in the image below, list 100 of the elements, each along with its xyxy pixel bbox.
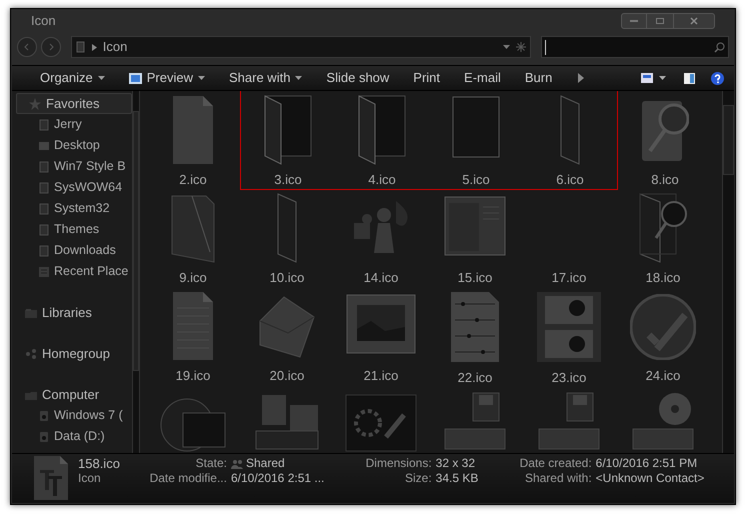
sidebar-group[interactable]: Libraries [12,302,132,323]
picture-frame-icon [346,294,416,354]
preview-pane-icon[interactable] [684,72,695,84]
chess-pieces-icon [353,200,409,254]
magnifier-folder-icon [641,100,689,162]
file-item[interactable]: 21.ico [334,287,428,385]
sidebar-item[interactable]: Data (D:) [12,426,132,447]
file-item[interactable]: 22.ico [428,287,522,385]
picture-icon [128,72,142,84]
field-value: Shared [246,456,285,471]
file-item[interactable]: 3.ico [241,91,335,189]
page-icon [172,95,214,165]
sheet-music-icon [450,291,500,363]
close-button[interactable] [673,13,715,29]
toolbar-button[interactable]: Burn [512,67,564,89]
desktop-icon [38,140,50,152]
help-icon[interactable] [711,72,724,84]
file-item[interactable]: 18.ico [616,189,710,287]
file-item[interactable]: 9.ico [146,189,240,287]
view-options-icon[interactable] [641,73,653,83]
sidebar-item[interactable]: Recent Place [12,261,132,282]
minimize-button[interactable] [621,13,647,29]
sidebar-item[interactable]: Themes [12,219,132,240]
address-bar[interactable]: Icon [70,36,532,58]
file-item[interactable]: 5.ico [429,91,523,189]
sidebar-group[interactable]: Favorites [16,93,132,114]
toolbar-button[interactable]: Slide show [314,67,402,89]
maximize-button[interactable] [647,13,673,29]
drive-icon [38,430,50,442]
sidebar-item[interactable]: SysWOW64 [12,177,132,198]
file-item[interactable]: 8.ico [618,91,712,189]
file-item[interactable]: 24.ico [616,287,710,385]
file-item[interactable]: 2.ico [146,91,240,189]
homegroup-icon [25,348,37,360]
panel-icon [452,96,500,158]
file-item[interactable]: 20.ico [240,287,334,385]
search-field[interactable] [541,36,729,58]
folder-icon [38,160,50,172]
file-item[interactable]: 15.ico [428,189,522,287]
dropdown-caret-icon[interactable] [659,76,666,80]
field-label: Dimensions: [364,456,432,471]
sidebar-item[interactable]: Downloads [12,240,132,261]
sidebar-item[interactable]: Win7 Style B [12,156,132,177]
search-icon[interactable] [714,42,725,52]
floppy-drive-icon [538,392,600,450]
field-label: Date modifie... [148,471,227,486]
address-path: Icon [102,38,128,56]
breadcrumb-arrow-icon [92,44,97,50]
sidebar-item[interactable]: Windows 7 ( [12,405,132,426]
file-item[interactable]: 23.ico [522,287,616,385]
toolbar-button[interactable]: Print [401,67,452,89]
dropdown-caret-icon [98,76,105,80]
file-item[interactable]: 10.ico [240,189,334,287]
toolbar-button[interactable]: E-mail [452,67,513,89]
toolbar-button[interactable]: Share with [217,67,314,89]
disc-drive-icon [632,392,694,450]
drive-icon [38,410,50,422]
file-item[interactable]: 14.ico [334,189,428,287]
field-label: Date created: [518,456,592,471]
people-icon [230,458,243,468]
sidebar-scrollbar[interactable] [132,91,140,453]
sidebar-item[interactable]: Jerry [12,114,132,135]
magnifier-folder-icon [639,193,687,263]
scrollbar-thumb[interactable] [133,111,139,371]
sidebar-item[interactable]: Desktop [12,135,132,156]
dropdown-caret-icon [198,76,205,80]
dropdown-caret-icon [295,76,302,80]
scrollbar-thumb[interactable] [723,105,734,175]
folder-icon [171,194,215,262]
refresh-icon[interactable] [516,42,526,52]
film-strip-icon [536,291,602,363]
folder-icon [76,41,86,53]
sidebar-group[interactable]: Homegroup [12,343,132,364]
font-file-icon [34,456,68,500]
field-value: 32 x 32 [436,456,476,471]
back-button[interactable] [17,37,37,57]
files-scrollbar[interactable] [722,91,734,453]
field-label: State: [194,456,227,471]
sidebar-group[interactable]: Computer [12,384,132,405]
file-name: 158.ico [78,456,121,471]
window-title: Icon [31,12,56,30]
folder-icon [264,95,312,165]
text-cursor [545,40,546,54]
toolbar-button[interactable]: Preview [116,67,217,89]
file-item[interactable]: 19.ico [146,287,240,385]
window-icon [444,196,506,256]
toolbar-button[interactable]: Organize [28,67,117,89]
file-item[interactable]: 17.ico [522,189,616,287]
more-arrow-icon[interactable] [578,73,584,83]
sidebar-item[interactable]: System32 [12,198,132,219]
field-value: 6/10/2016 2:51 ... [230,471,324,486]
file-item[interactable]: 6.ico [523,91,617,189]
star-icon [29,98,41,110]
forward-button[interactable] [40,37,61,57]
folder-icon [358,95,406,165]
library-icon [25,306,37,318]
field-value: 6/10/2016 2:51 PM [596,456,698,471]
file-item[interactable]: 4.ico [335,91,429,189]
dropdown-caret-icon[interactable] [503,45,510,49]
folder-icon [38,224,50,236]
